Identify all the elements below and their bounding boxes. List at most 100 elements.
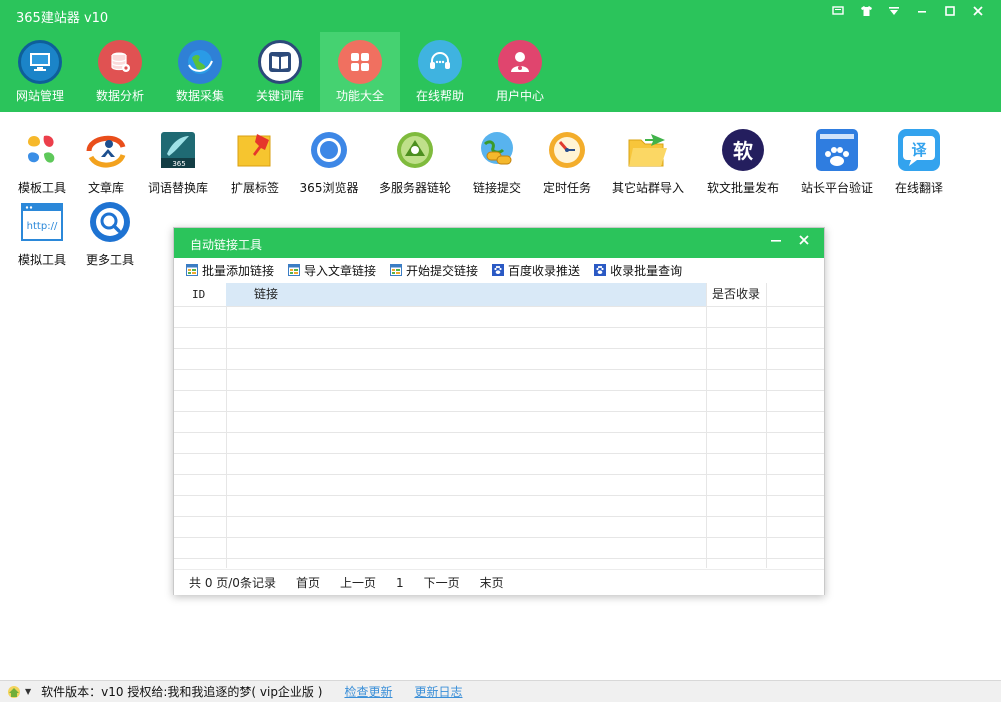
template-icon [20, 128, 64, 172]
timer-icon [545, 128, 589, 172]
globe-icon [178, 40, 222, 84]
menu-icon[interactable] [885, 4, 903, 22]
nav-data-collect[interactable]: 数据采集 [160, 32, 240, 112]
toolbar-label: 导入文章链接 [304, 263, 377, 278]
toolbar-label: 开始提交链接 [406, 263, 479, 278]
skin-icon[interactable] [857, 4, 875, 22]
nav-label: 数据采集 [175, 89, 224, 103]
nav-site-manage[interactable]: 网站管理 [0, 32, 80, 112]
soft-article-icon: 软 [721, 128, 765, 172]
check-update-link[interactable]: 检查更新 [344, 683, 392, 700]
dialog-toolbar: 批量添加链接 导入文章链接 开始提交链接 百度收录推送 收录批量查询 [174, 258, 824, 282]
tool-365-browser[interactable]: 365浏览器 [287, 112, 371, 195]
soft-glyph: 软 [733, 139, 753, 163]
batch-index-query-button[interactable]: 收录批量查询 [594, 262, 682, 279]
column-header-link[interactable]: 链接 [226, 283, 706, 306]
tool-label: 在线翻译 [894, 181, 943, 195]
minimize-button[interactable] [913, 4, 931, 22]
version-info: 软件版本：v10 授权给:我和我追逐的梦( vip企业版 ) [41, 685, 323, 699]
app-logo-icon[interactable] [6, 684, 22, 700]
dialog-titlebar: 自动链接工具 [174, 228, 824, 258]
database-icon [98, 40, 142, 84]
tool-webmaster-verify[interactable]: 站长平台验证 [795, 112, 879, 195]
nav-user-center[interactable]: 用户中心 [480, 32, 560, 112]
tool-more-tools[interactable]: 更多工具 [68, 184, 152, 267]
table-icon [186, 264, 198, 276]
table-icon [390, 264, 403, 276]
nav-label: 数据分析 [95, 89, 144, 103]
tool-multi-server[interactable]: 多服务器链轮 [373, 112, 457, 195]
nav-label: 网站管理 [15, 89, 64, 103]
nav-online-help[interactable]: 在线帮助 [400, 32, 480, 112]
maximize-button[interactable] [941, 4, 959, 22]
changelog-link[interactable]: 更新日志 [414, 683, 462, 700]
tool-word-replace[interactable]: 365 词语替换库 [136, 112, 220, 195]
table-header: ID 链接 是否收录 [174, 283, 824, 306]
next-page-button[interactable]: 下一页 [424, 574, 460, 591]
baidu-platform-icon [815, 128, 859, 172]
baidu-index-push-button[interactable]: 百度收录推送 [492, 262, 580, 279]
prev-page-button[interactable]: 上一页 [340, 574, 376, 591]
dialog-minimize-button[interactable] [766, 232, 786, 252]
replace-icon: 365 [156, 128, 200, 172]
auto-link-dialog: 自动链接工具 批量添加链接 导入文章链接 开始提交链接 百度收录推送 收录批量查… [173, 227, 825, 595]
dialog-title: 自动链接工具 [190, 238, 263, 252]
nav-label: 用户中心 [495, 89, 544, 103]
pagination-summary: 共 0 页/0条记录 [189, 576, 276, 590]
nav-label: 在线帮助 [415, 89, 464, 103]
link-submit-icon [475, 128, 519, 172]
column-header-indexed[interactable]: 是否收录 [706, 283, 766, 306]
current-page: 1 [395, 575, 404, 590]
nav-label: 关键词库 [255, 89, 304, 103]
article-icon [84, 128, 128, 172]
links-table[interactable]: ID 链接 是否收录 [174, 283, 824, 568]
dialog-close-button[interactable] [794, 232, 814, 252]
tag-icon [233, 128, 277, 172]
tool-online-translate[interactable]: 译 在线翻译 [877, 112, 961, 195]
title-bar: 365建站器 v10 [0, 0, 1001, 30]
message-icon[interactable] [829, 4, 847, 22]
batch-add-links-button[interactable]: 批量添加链接 [186, 262, 274, 279]
toolbar-label: 批量添加链接 [202, 263, 275, 278]
book-icon [258, 40, 302, 84]
nav-keywords[interactable]: 关键词库 [240, 32, 320, 112]
tool-label: 更多工具 [85, 253, 134, 267]
more-tools-icon [88, 200, 132, 244]
column-header-id[interactable]: ID [174, 283, 226, 306]
browser-icon [307, 128, 351, 172]
paw-icon [594, 264, 607, 276]
last-page-button[interactable]: 末页 [480, 574, 504, 591]
nav-all-functions[interactable]: 功能大全 [320, 32, 400, 112]
import-article-links-button[interactable]: 导入文章链接 [288, 262, 376, 279]
folder-icon [626, 128, 670, 172]
toolbar-label: 百度收录推送 [508, 263, 581, 278]
translate-icon: 译 [897, 128, 941, 172]
headset-icon [418, 40, 462, 84]
tool-scheduled-task[interactable]: 定时任务 [525, 112, 609, 195]
tool-import-sites[interactable]: 其它站群导入 [606, 112, 690, 195]
pagination-bar: 共 0 页/0条记录 首页 上一页 1 下一页 末页 [174, 569, 824, 595]
window-controls [829, 4, 987, 22]
user-icon [498, 40, 542, 84]
translate-glyph: 译 [911, 141, 927, 159]
main-nav: 网站管理 数据分析 数据采集 关键词库 功能大全 在线帮助 用户中心 [0, 32, 560, 112]
tool-soft-article[interactable]: 软 软文批量发布 [701, 112, 785, 195]
status-bar: ▼ 软件版本：v10 授权给:我和我追逐的梦( vip企业版 ) 检查更新 更新… [0, 680, 1001, 702]
first-page-button[interactable]: 首页 [296, 574, 320, 591]
paw-icon [492, 264, 505, 276]
tool-extend-tag[interactable]: 扩展标签 [213, 112, 297, 195]
nav-label: 功能大全 [335, 89, 384, 103]
grid-icon [338, 40, 382, 84]
server-icon [393, 128, 437, 172]
monitor-icon [18, 40, 62, 84]
dropdown-arrow-icon[interactable]: ▼ [25, 687, 31, 696]
header-bar: 365建站器 v10 网站管理 数据分析 数据采集 关键词库 功能大全 在线帮助… [0, 0, 1001, 112]
table-gridlines [174, 283, 824, 568]
table-icon [288, 264, 301, 276]
close-button[interactable] [969, 4, 987, 22]
start-submit-links-button[interactable]: 开始提交链接 [390, 262, 478, 279]
http-glyph: http:// [27, 221, 58, 232]
nav-data-analysis[interactable]: 数据分析 [80, 32, 160, 112]
toolbar-label: 收录批量查询 [610, 263, 683, 278]
svg-text:365: 365 [172, 160, 185, 168]
